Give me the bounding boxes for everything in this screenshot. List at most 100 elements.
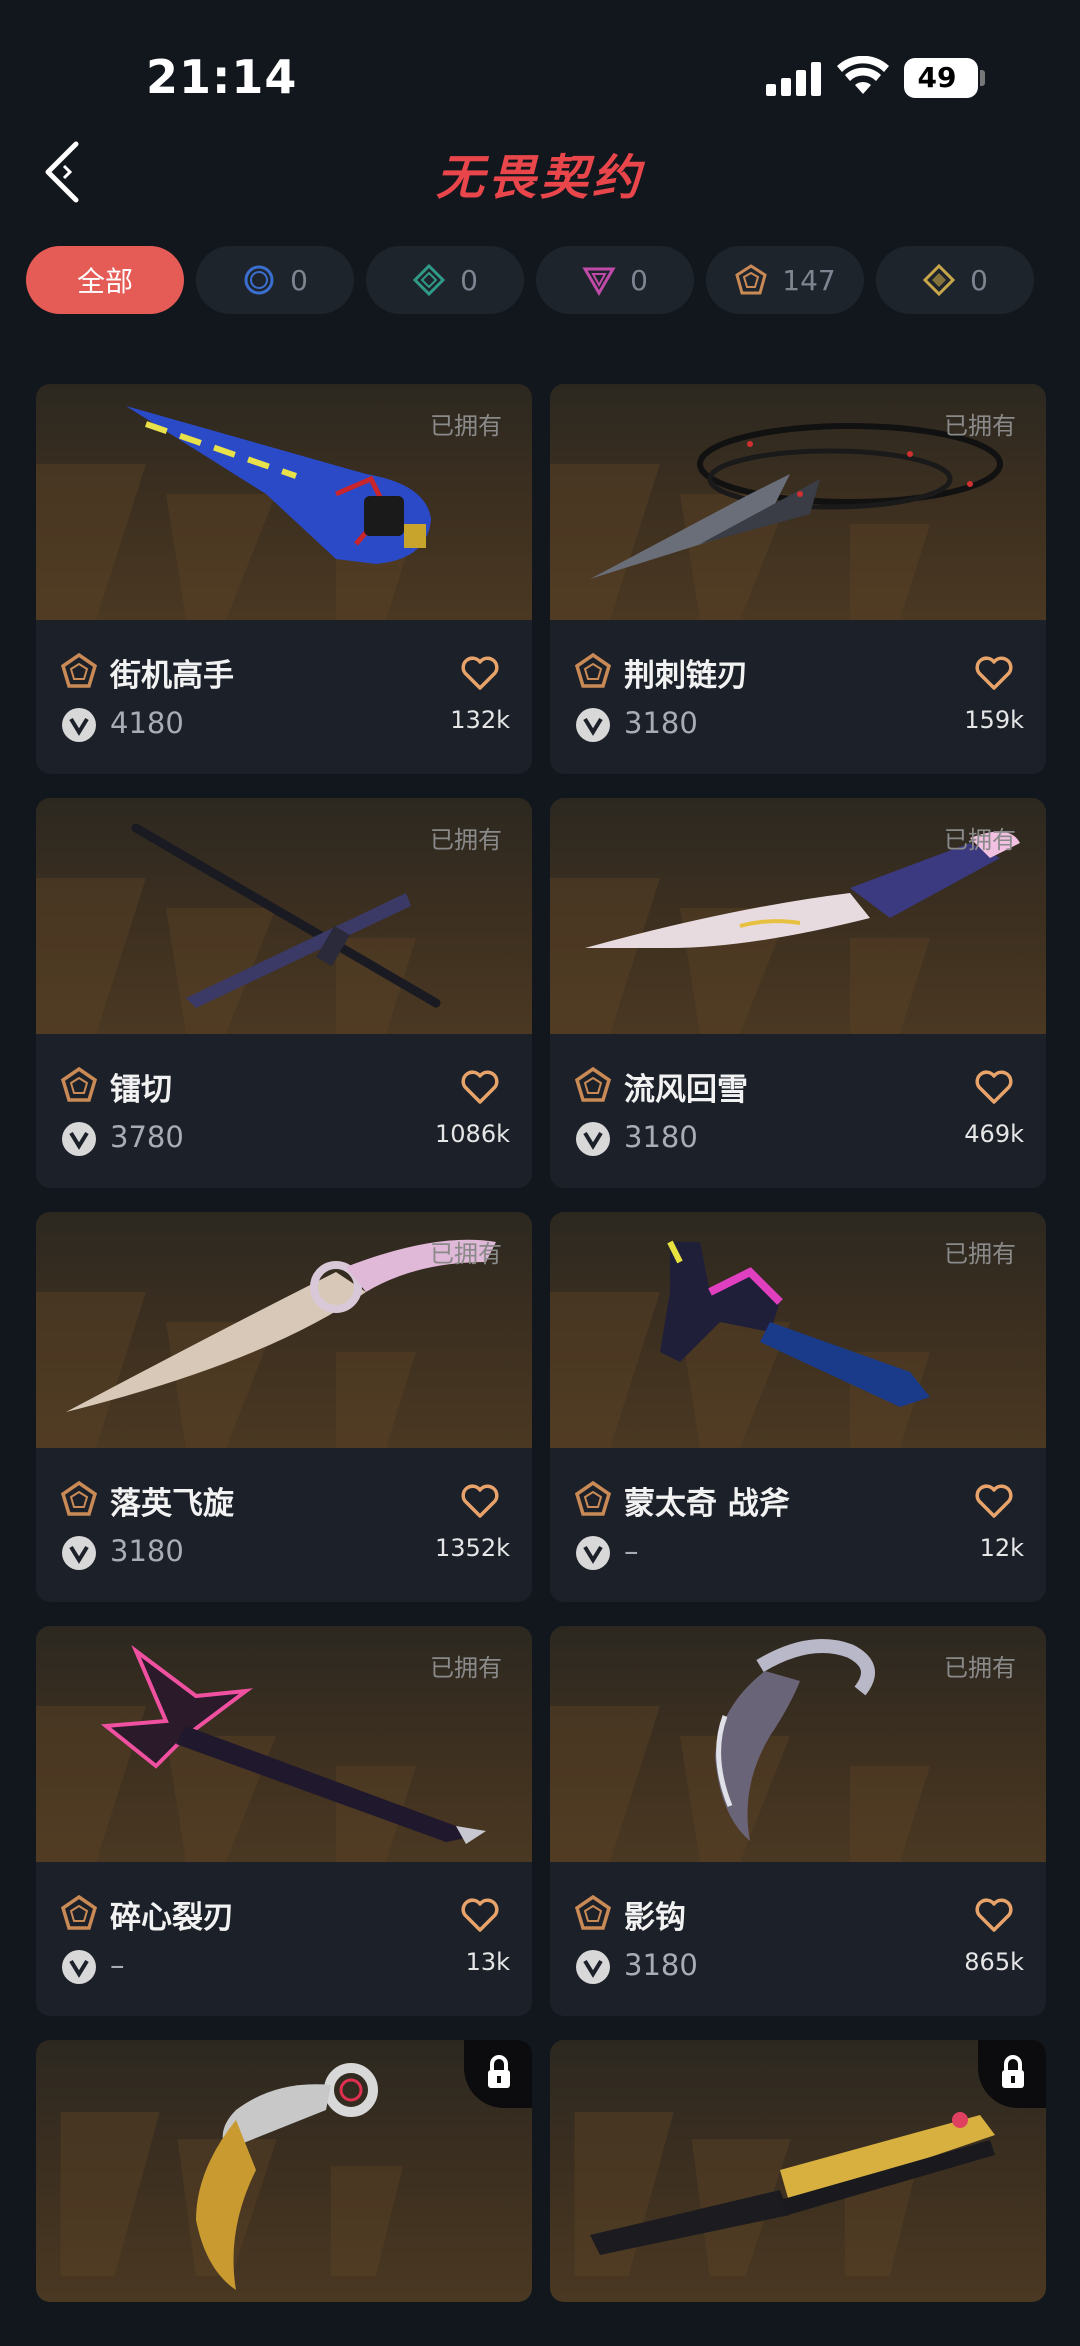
skin-card[interactable] — [36, 2040, 532, 2302]
back-arrow-icon[interactable] — [40, 136, 90, 206]
tier-rhombus-icon — [922, 263, 956, 297]
battery-tip — [980, 70, 985, 86]
likes-count: 132k — [450, 706, 510, 734]
filter-count: 0 — [630, 263, 648, 297]
likes-count: 13k — [465, 1948, 510, 1976]
vp-currency-icon — [576, 1122, 610, 1156]
heart-icon[interactable] — [460, 1896, 500, 1934]
likes-count: 159k — [964, 706, 1024, 734]
owned-label: 已拥有 — [944, 412, 1016, 440]
skin-card[interactable]: 已拥有 落英飞旋 3180 1352k — [36, 1212, 532, 1602]
skin-card[interactable]: 已拥有 碎心裂刃 – 13k — [36, 1626, 532, 2016]
skin-price: 3180 — [624, 706, 698, 740]
owned-label: 已拥有 — [430, 1240, 502, 1268]
lock-badge — [978, 2040, 1046, 2108]
likes-count: 12k — [979, 1534, 1024, 1562]
vp-currency-icon — [62, 708, 96, 742]
karambit-gold-image — [196, 2063, 378, 2290]
skin-name: 镭切 — [110, 1072, 172, 1108]
skin-card[interactable] — [550, 2040, 1046, 2302]
lock-badge — [464, 2040, 532, 2108]
skin-image — [550, 2040, 1046, 2302]
page-title: 无畏契约 — [435, 150, 644, 206]
tier-pentagon-icon — [574, 1894, 612, 1930]
owned-label: 已拥有 — [430, 412, 502, 440]
tier-pentagon-icon — [60, 1480, 98, 1516]
filter-tier-deluxe-chip[interactable]: 0 — [366, 246, 524, 314]
cellular-signal-icon — [766, 60, 824, 96]
likes-count: 865k — [964, 1948, 1024, 1976]
skin-image: 已拥有 — [550, 1212, 1046, 1448]
heart-icon[interactable] — [974, 1482, 1014, 1520]
skin-image: 已拥有 — [550, 1626, 1046, 1862]
filter-all-chip[interactable]: 全部 — [26, 246, 184, 314]
tier-pentagon-icon — [60, 1894, 98, 1930]
skin-price: – — [624, 1534, 639, 1568]
skin-name: 碎心裂刃 — [110, 1900, 234, 1936]
skin-image: 已拥有 — [550, 798, 1046, 1034]
owned-label: 已拥有 — [944, 1240, 1016, 1268]
skin-image: 已拥有 — [36, 798, 532, 1034]
battery-icon: 49 — [904, 58, 978, 98]
tier-pentagon-icon — [735, 264, 768, 295]
skin-name: 落英飞旋 — [110, 1486, 234, 1522]
filter-tier-exclusive-chip[interactable]: 147 — [706, 246, 864, 314]
skin-card[interactable]: 已拥有 流风回雪 3180 469k — [550, 798, 1046, 1188]
heart-icon[interactable] — [974, 654, 1014, 692]
vp-currency-icon — [576, 1950, 610, 1984]
tier-filter-bar: 全部 0 0 0 147 0 — [26, 246, 1066, 314]
skin-price: 3780 — [110, 1120, 184, 1154]
tier-pentagon-icon — [574, 1480, 612, 1516]
tier-triangle-icon — [582, 267, 616, 296]
tier-pentagon-icon — [60, 652, 98, 688]
wifi-icon — [837, 56, 889, 94]
battery-level: 49 — [917, 61, 957, 94]
filter-count: 0 — [290, 263, 308, 297]
tier-pentagon-icon — [574, 652, 612, 688]
vp-currency-icon — [576, 708, 610, 742]
skin-price: 3180 — [624, 1948, 698, 1982]
skin-name: 荆刺链刃 — [624, 658, 748, 694]
filter-count: 0 — [970, 263, 988, 297]
status-time: 21:14 — [146, 50, 298, 104]
filter-all-label: 全部 — [76, 265, 133, 298]
lock-icon — [488, 2055, 510, 2088]
tier-pentagon-icon — [574, 1066, 612, 1102]
heart-icon[interactable] — [974, 1068, 1014, 1106]
skin-price: 3180 — [624, 1120, 698, 1154]
skin-image — [36, 2040, 532, 2302]
tier-circle-icon — [244, 265, 274, 295]
skin-name: 流风回雪 — [624, 1072, 748, 1108]
skin-card[interactable]: 已拥有 街机高手 4180 132k — [36, 384, 532, 774]
owned-label: 已拥有 — [944, 826, 1016, 854]
filter-tier-select-chip[interactable]: 0 — [196, 246, 354, 314]
skin-name: 影钩 — [624, 1900, 686, 1936]
skin-card[interactable]: 已拥有 蒙太奇 战斧 – 12k — [550, 1212, 1046, 1602]
filter-tier-ultra-chip[interactable]: 0 — [876, 246, 1034, 314]
skin-name: 街机高手 — [110, 658, 234, 694]
likes-count: 1086k — [435, 1120, 510, 1148]
skin-card[interactable]: 已拥有 影钩 3180 865k — [550, 1626, 1046, 2016]
skin-price: – — [110, 1948, 125, 1982]
filter-count: 147 — [782, 263, 836, 297]
lock-icon — [1002, 2055, 1024, 2088]
heart-icon[interactable] — [460, 654, 500, 692]
vp-currency-icon — [62, 1536, 96, 1570]
filter-count: 0 — [460, 263, 478, 297]
butterfly-knife-image — [590, 2112, 995, 2255]
owned-label: 已拥有 — [944, 1654, 1016, 1682]
tier-diamond-icon — [412, 263, 446, 297]
heart-icon[interactable] — [974, 1896, 1014, 1934]
filter-tier-premium-chip[interactable]: 0 — [536, 246, 694, 314]
vp-currency-icon — [62, 1122, 96, 1156]
vp-currency-icon — [62, 1950, 96, 1984]
skin-price: 3180 — [110, 1534, 184, 1568]
heart-icon[interactable] — [460, 1068, 500, 1106]
skin-card[interactable]: 已拥有 镭切 3780 1086k — [36, 798, 532, 1188]
heart-icon[interactable] — [460, 1482, 500, 1520]
status-bar: 21:14 49 — [0, 0, 1080, 140]
skin-price: 4180 — [110, 706, 184, 740]
tier-pentagon-icon — [60, 1066, 98, 1102]
skin-card[interactable]: 已拥有 荆刺链刃 3180 159k — [550, 384, 1046, 774]
vp-currency-icon — [576, 1536, 610, 1570]
